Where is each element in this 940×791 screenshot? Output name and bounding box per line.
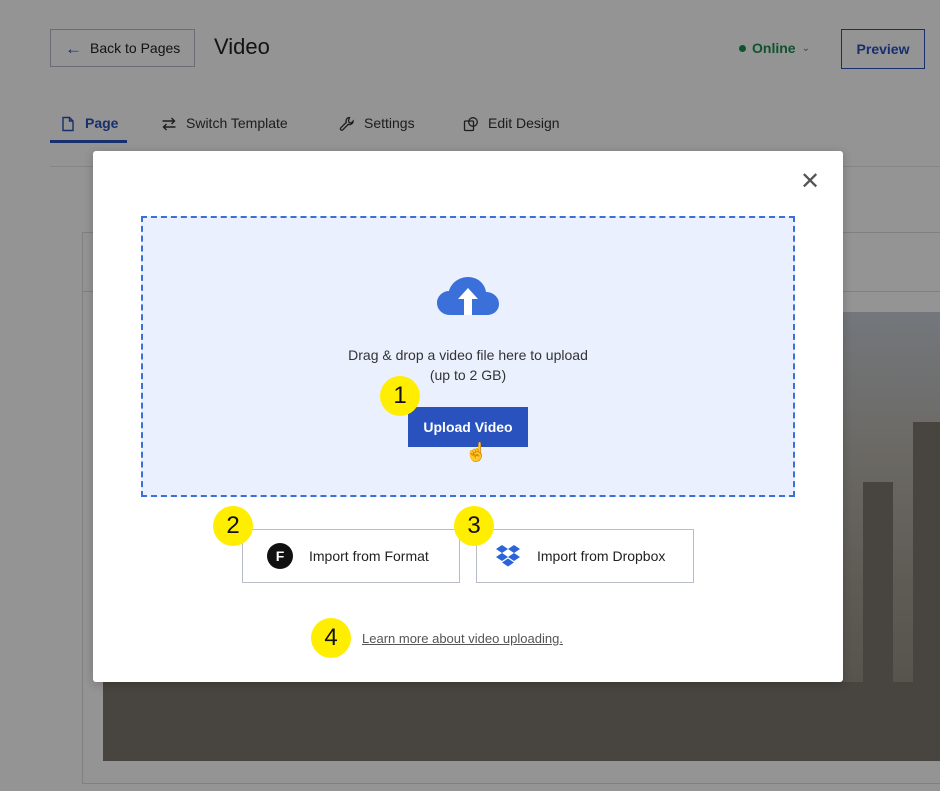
drop-instructions-line2: (up to 2 GB) xyxy=(429,367,507,383)
drop-instructions-line1: Drag & drop a video file here to upload xyxy=(348,347,588,363)
close-icon[interactable]: ✕ xyxy=(800,170,820,194)
step-marker-2: 2 xyxy=(213,506,253,546)
upload-video-button[interactable]: Upload Video xyxy=(408,407,528,447)
import-from-dropbox-label: Import from Dropbox xyxy=(537,548,666,564)
import-from-format-label: Import from Format xyxy=(309,548,429,564)
step-marker-1: 1 xyxy=(380,376,420,416)
import-from-format-button[interactable]: F Import from Format xyxy=(242,529,460,583)
step-marker-4: 4 xyxy=(311,618,351,658)
dropbox-icon xyxy=(496,545,520,567)
format-logo-icon: F xyxy=(267,543,293,569)
cloud-upload-icon xyxy=(437,277,499,315)
import-from-dropbox-button[interactable]: Import from Dropbox xyxy=(476,529,694,583)
drop-instructions: Drag & drop a video file here to upload … xyxy=(141,345,795,385)
hand-cursor-icon: ☝ xyxy=(465,442,488,462)
learn-more-link[interactable]: Learn more about video uploading. xyxy=(362,631,563,646)
step-marker-3: 3 xyxy=(454,506,494,546)
